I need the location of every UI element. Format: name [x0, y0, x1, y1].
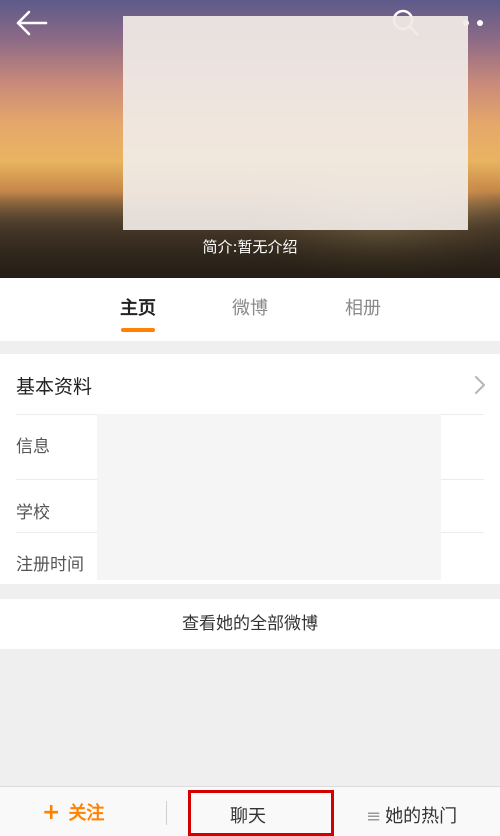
separator [166, 801, 167, 825]
school-label: 学校 [16, 503, 50, 523]
active-tab-indicator [121, 328, 155, 332]
redacted-info-area [97, 414, 441, 580]
profile-tabs: 主页 微博 相册 [0, 278, 500, 341]
basic-info-title[interactable]: 基本资料 [16, 372, 92, 399]
info-label: 信息 [16, 437, 50, 457]
tab-home[interactable]: 主页 [98, 294, 178, 320]
back-button[interactable] [14, 8, 54, 40]
hot-posts-label: 她的热门 [385, 806, 458, 827]
plus-icon: + [42, 800, 61, 825]
register-time-label: 注册时间 [16, 555, 84, 575]
profile-intro: 简介:暂无介绍 [202, 238, 298, 256]
menu-lines-icon: ≡ [366, 806, 382, 827]
follow-label: 关注 [68, 803, 105, 824]
back-arrow-icon [16, 10, 48, 36]
follow-button[interactable]: + 关注 [42, 799, 104, 827]
view-all-posts-button[interactable]: 查看她的全部微博 [0, 599, 500, 649]
chevron-right-icon[interactable] [470, 374, 490, 396]
chat-highlight-box [188, 790, 334, 836]
tab-weibo[interactable]: 微博 [210, 294, 290, 320]
profile-header: 简介:暂无介绍 [0, 0, 500, 278]
tab-album[interactable]: 相册 [323, 294, 403, 320]
redacted-profile-area [123, 16, 468, 230]
basic-info-card: 基本资料 信息 学校 注册时间 [0, 354, 500, 584]
hot-posts-button[interactable]: ≡ 她的热门 [366, 802, 457, 828]
